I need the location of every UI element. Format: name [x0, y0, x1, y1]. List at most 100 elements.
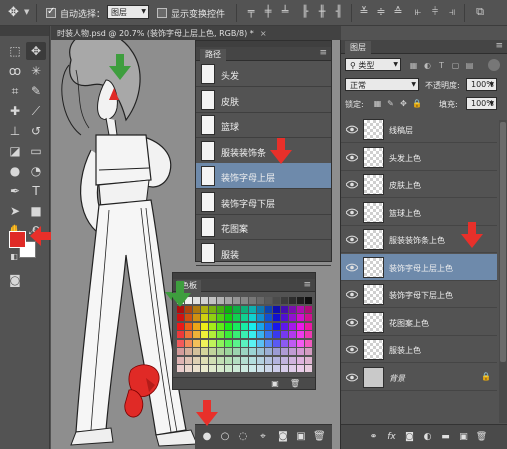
- align-right-icon[interactable]: ╢: [333, 6, 345, 18]
- swatch[interactable]: [265, 365, 272, 372]
- swatch[interactable]: [273, 339, 280, 347]
- swatch[interactable]: [305, 297, 312, 304]
- layer-row[interactable]: 花图案上色: [341, 309, 497, 336]
- swatch[interactable]: [297, 305, 304, 313]
- swatch[interactable]: [225, 297, 232, 304]
- brush-tool-icon[interactable]: ⟋: [26, 102, 46, 120]
- swatch[interactable]: [217, 365, 224, 372]
- new-group-icon[interactable]: ▬: [439, 431, 452, 443]
- default-colors-icon[interactable]: ◧: [4, 248, 24, 266]
- move-tool-icon[interactable]: ✥: [26, 42, 46, 60]
- swatch[interactable]: [201, 322, 208, 330]
- panel-menu-icon[interactable]: ≡: [495, 41, 503, 51]
- load-selection-icon[interactable]: ◌: [237, 431, 249, 443]
- path-item[interactable]: 皮肤: [196, 87, 331, 113]
- swatch[interactable]: [233, 365, 240, 372]
- swatch[interactable]: [241, 305, 248, 313]
- delete-layer-icon[interactable]: 🗑: [475, 431, 488, 443]
- adjustment-layer-icon[interactable]: ◐: [421, 431, 434, 443]
- swatch[interactable]: [265, 331, 272, 338]
- swatch[interactable]: [241, 314, 248, 321]
- visibility-eye-icon[interactable]: [346, 125, 358, 134]
- swatch[interactable]: [201, 314, 208, 321]
- fill-field[interactable]: 100% ▼: [466, 97, 497, 110]
- distribute-left-icon[interactable]: ⫦: [412, 6, 424, 18]
- swatch[interactable]: [209, 314, 216, 321]
- path-item[interactable]: 服装: [196, 240, 331, 266]
- swatch[interactable]: [201, 331, 208, 338]
- layer-row[interactable]: 线稿层: [341, 116, 497, 143]
- swatch[interactable]: [265, 297, 272, 304]
- eraser-tool-icon[interactable]: ◪: [5, 142, 25, 160]
- swatch[interactable]: [297, 297, 304, 304]
- swatch[interactable]: [273, 356, 280, 364]
- swatch[interactable]: [201, 339, 208, 347]
- add-mask-icon[interactable]: ◙: [403, 431, 416, 443]
- layer-row[interactable]: 皮肤上色: [341, 171, 497, 198]
- foreground-color-swatch[interactable]: [9, 231, 26, 248]
- swatch[interactable]: [241, 356, 248, 364]
- swatch[interactable]: [201, 348, 208, 355]
- swatch[interactable]: [233, 322, 240, 330]
- make-work-path-icon[interactable]: ⌖: [257, 431, 269, 443]
- swatch[interactable]: [249, 339, 256, 347]
- move-tool-icon[interactable]: ✥: [8, 5, 19, 20]
- healing-brush-icon[interactable]: ✚: [5, 102, 25, 120]
- filter-adjustment-icon[interactable]: ◐: [423, 61, 432, 70]
- swatch[interactable]: [265, 339, 272, 347]
- swatch[interactable]: [305, 348, 312, 355]
- close-icon[interactable]: ×: [260, 29, 267, 38]
- swatch[interactable]: [177, 356, 184, 364]
- swatch[interactable]: [281, 331, 288, 338]
- align-bottom-icon[interactable]: ╧: [279, 6, 291, 18]
- swatch[interactable]: [217, 339, 224, 347]
- swatch[interactable]: [257, 331, 264, 338]
- swatch[interactable]: [217, 297, 224, 304]
- shape-tool-icon[interactable]: ■: [26, 202, 46, 220]
- history-brush-icon[interactable]: ↺: [26, 122, 46, 140]
- swatch[interactable]: [209, 305, 216, 313]
- swatch[interactable]: [241, 322, 248, 330]
- swatch[interactable]: [297, 348, 304, 355]
- blend-mode-dropdown[interactable]: 正常 ▼: [345, 78, 419, 91]
- swatch[interactable]: [289, 305, 296, 313]
- swatch[interactable]: [225, 331, 232, 338]
- chevron-down-icon[interactable]: ▼: [24, 8, 29, 16]
- swatch[interactable]: [249, 356, 256, 364]
- swatch[interactable]: [209, 331, 216, 338]
- path-item[interactable]: 装饰字母上层: [196, 163, 331, 189]
- crop-tool-icon[interactable]: ⌗: [5, 82, 25, 100]
- swatch[interactable]: [225, 339, 232, 347]
- swatch[interactable]: [225, 305, 232, 313]
- swatch[interactable]: [281, 348, 288, 355]
- swatch[interactable]: [217, 314, 224, 321]
- swatch[interactable]: [201, 305, 208, 313]
- swatch[interactable]: [257, 305, 264, 313]
- swatch[interactable]: [225, 314, 232, 321]
- swatch[interactable]: [241, 297, 248, 304]
- swatch[interactable]: [185, 331, 192, 338]
- lasso-tool-icon[interactable]: ꝏ: [5, 62, 25, 80]
- swatch[interactable]: [289, 314, 296, 321]
- lock-all-icon[interactable]: 🔒: [412, 99, 422, 108]
- tab-paths[interactable]: 路径: [200, 49, 226, 61]
- panel-menu-icon[interactable]: ≡: [303, 280, 311, 290]
- swatch[interactable]: [257, 356, 264, 364]
- swatch[interactable]: [241, 365, 248, 372]
- swatch[interactable]: [305, 305, 312, 313]
- fill-path-icon[interactable]: ●: [201, 431, 213, 443]
- auto-select-dropdown[interactable]: 图层 ▼: [107, 5, 149, 19]
- blur-tool-icon[interactable]: ●: [5, 162, 25, 180]
- swatch[interactable]: [217, 331, 224, 338]
- swatch[interactable]: [249, 348, 256, 355]
- swatch[interactable]: [305, 331, 312, 338]
- swatch[interactable]: [305, 322, 312, 330]
- stroke-path-icon[interactable]: ○: [219, 431, 231, 443]
- swatch[interactable]: [225, 348, 232, 355]
- swatch[interactable]: [201, 365, 208, 372]
- swatch[interactable]: [249, 322, 256, 330]
- swatch[interactable]: [209, 322, 216, 330]
- swatch[interactable]: [225, 365, 232, 372]
- swatch[interactable]: [209, 356, 216, 364]
- filter-kind-dropdown[interactable]: ⚲ 类型 ▼: [345, 58, 401, 71]
